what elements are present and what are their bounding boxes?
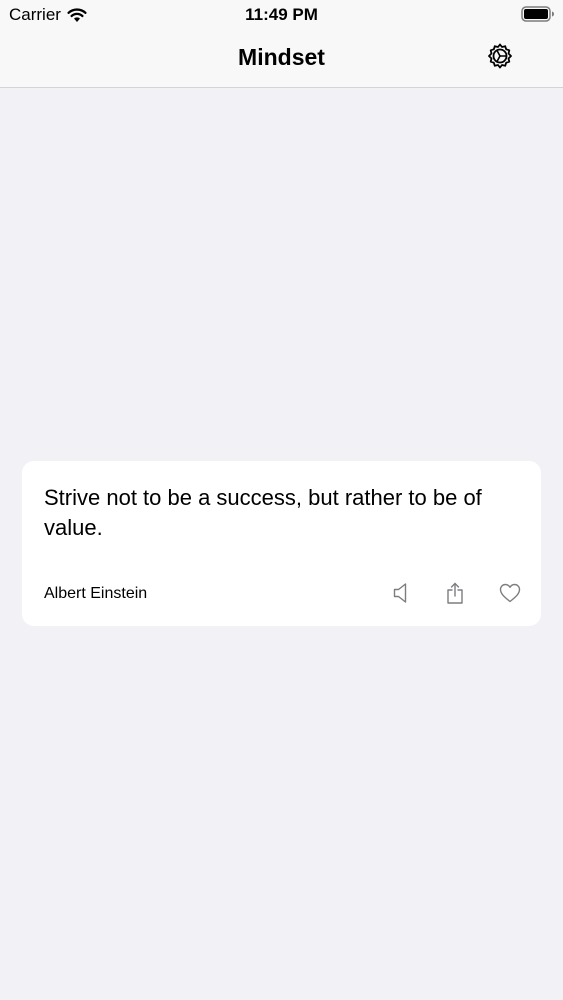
like-button[interactable] [497,582,523,608]
navigation-bar: Mindset [0,30,563,88]
share-icon [445,581,465,610]
status-time: 11:49 PM [245,5,318,24]
quote-text: Strive not to be a success, but rather t… [44,485,482,540]
quote-card: Strive not to be a success, but rather t… [22,461,541,626]
gear-icon [486,42,514,75]
heart-icon [499,583,521,608]
speaker-icon [392,582,410,609]
page-title: Mindset [238,44,325,70]
share-button[interactable] [442,582,468,608]
settings-button[interactable] [485,43,515,73]
quote-author: Albert Einstein [44,585,148,602]
speak-button[interactable] [388,582,414,608]
status-bar: Carrier 11:49 PM [0,0,563,30]
battery-icon [521,6,555,27]
